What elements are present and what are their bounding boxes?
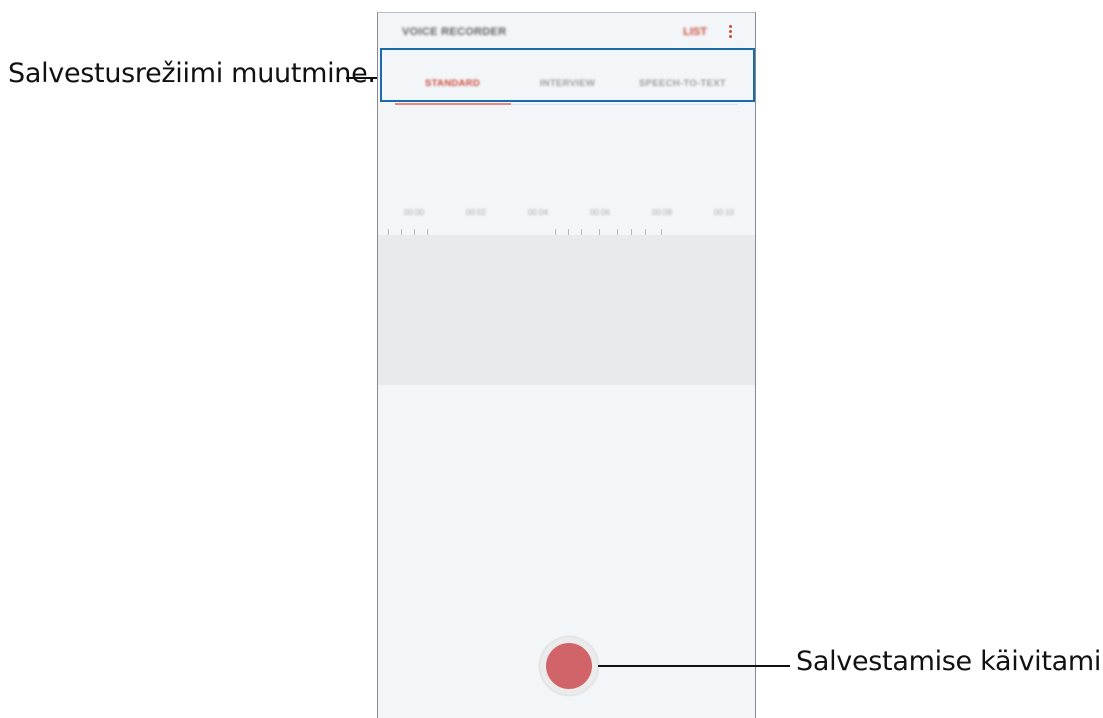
list-button[interactable]: LIST <box>683 26 707 38</box>
callout-leader-record <box>598 665 790 667</box>
timeline-label: 00:00 <box>403 208 425 217</box>
tabs-highlight-frame <box>380 48 755 102</box>
record-button[interactable] <box>540 637 598 695</box>
callout-start-recording: Salvestamise käivitamine. <box>796 646 1103 677</box>
waveform-area <box>378 235 755 385</box>
voice-recorder-screen: VOICE RECORDER LIST STANDARD INTERVIEW S… <box>377 12 756 718</box>
timeline-label: 00:04 <box>527 208 549 217</box>
app-title: VOICE RECORDER <box>402 26 507 38</box>
more-vertical-icon[interactable] <box>727 25 733 41</box>
active-tab-indicator <box>395 103 511 105</box>
record-icon <box>546 643 592 689</box>
callout-mode-change: Salvestusrežiimi muutmine. <box>8 58 376 89</box>
callout-leader-mode <box>346 77 380 79</box>
timeline-label: 00:06 <box>589 208 611 217</box>
app-bar: VOICE RECORDER LIST <box>378 13 755 53</box>
timeline-label: 00:10 <box>713 208 735 217</box>
timeline-label: 00:02 <box>465 208 487 217</box>
timeline-label: 00:08 <box>651 208 673 217</box>
